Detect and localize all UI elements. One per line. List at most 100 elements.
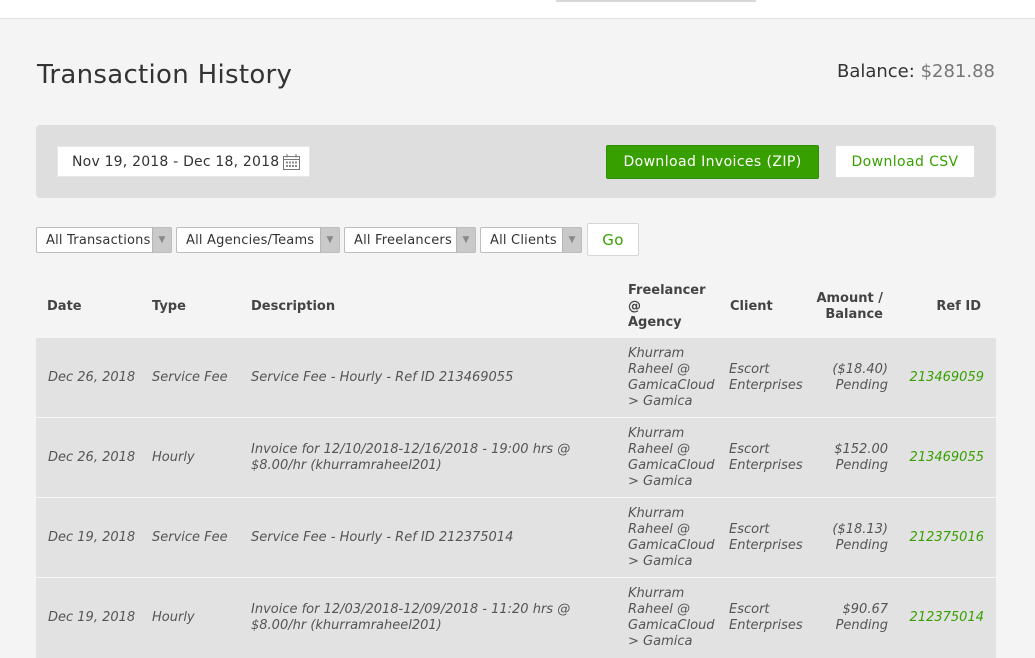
column-header-amount[interactable]: Amount / Balance xyxy=(800,291,883,323)
table-row: Dec 19, 2018 Hourly Invoice for 12/03/20… xyxy=(36,578,996,658)
row-client: Escort Enterprises xyxy=(729,522,803,554)
date-filter-panel: Nov 19, 2018 - Dec 18, 2018 Download Inv… xyxy=(36,125,996,198)
freelancer-line: GamicaCloud xyxy=(628,538,715,553)
client-line: Enterprises xyxy=(729,458,803,473)
status-label: Pending xyxy=(835,618,888,633)
row-type: Service Fee xyxy=(152,370,228,385)
header-line: @ xyxy=(628,299,641,314)
ref-id-link[interactable]: 213469055 xyxy=(896,450,984,466)
row-amount: $90.67 Pending xyxy=(816,602,888,634)
ref-id-link[interactable]: 212375016 xyxy=(896,530,984,546)
balance-value: $281.88 xyxy=(920,61,995,82)
row-amount: ($18.13) Pending xyxy=(816,522,888,554)
freelancer-line: GamicaCloud xyxy=(628,378,715,393)
row-type: Service Fee xyxy=(152,530,228,545)
row-freelancer: Khurram Raheel @ GamicaCloud > Gamica xyxy=(628,346,715,410)
date-range-picker[interactable]: Nov 19, 2018 - Dec 18, 2018 xyxy=(57,146,310,177)
row-freelancer: Khurram Raheel @ GamicaCloud > Gamica xyxy=(628,586,715,650)
freelancer-line: Khurram xyxy=(628,586,685,601)
description-line: $8.00/hr (khurramraheel201) xyxy=(251,458,442,473)
status-label: Pending xyxy=(835,538,888,553)
freelancer-line: Raheel @ xyxy=(628,362,690,377)
amount-value: $152.00 xyxy=(834,442,888,457)
ref-id-link[interactable]: 212375014 xyxy=(896,610,984,626)
header-line: Agency xyxy=(628,315,682,330)
description-line: Invoice for 12/10/2018-12/16/2018 - 19:0… xyxy=(251,442,571,457)
client-line: Enterprises xyxy=(729,538,803,553)
column-header-client[interactable]: Client xyxy=(730,299,773,315)
client-line: Escort xyxy=(729,442,770,457)
download-csv-button[interactable]: Download CSV xyxy=(835,145,975,178)
download-invoices-zip-button[interactable]: Download Invoices (ZIP) xyxy=(606,145,819,179)
chevron-down-icon: ▼ xyxy=(456,228,475,252)
table-row: Dec 26, 2018 Hourly Invoice for 12/10/20… xyxy=(36,418,996,497)
go-button[interactable]: Go xyxy=(587,223,639,256)
client-line: Escort xyxy=(729,362,770,377)
transactions-type-select[interactable]: All Transactions ▼ xyxy=(36,227,172,253)
row-freelancer: Khurram Raheel @ GamicaCloud > Gamica xyxy=(628,506,715,570)
header-line: Balance xyxy=(825,307,883,322)
row-date: Dec 26, 2018 xyxy=(48,450,136,465)
select-value: All Freelancers xyxy=(354,233,452,248)
balance: Balance: $281.88 xyxy=(837,61,995,82)
row-amount: $152.00 Pending xyxy=(816,442,888,474)
description-line: $8.00/hr (khurramraheel201) xyxy=(251,618,442,633)
client-line: Enterprises xyxy=(729,378,803,393)
row-type: Hourly xyxy=(152,610,195,625)
description-line: Invoice for 12/03/2018-12/09/2018 - 11:2… xyxy=(251,602,571,617)
freelancer-line: Raheel @ xyxy=(628,522,690,537)
select-value: All Transactions xyxy=(46,233,151,248)
agencies-teams-select[interactable]: All Agencies/Teams ▼ xyxy=(176,227,340,253)
active-nav-indicator xyxy=(556,0,756,2)
amount-value: $90.67 xyxy=(842,602,889,617)
status-label: Pending xyxy=(835,378,888,393)
row-description: Invoice for 12/10/2018-12/16/2018 - 19:0… xyxy=(251,442,570,474)
freelancer-line: > Gamica xyxy=(628,394,693,409)
row-client: Escort Enterprises xyxy=(729,362,803,394)
chevron-down-icon: ▼ xyxy=(562,228,581,252)
column-header-description[interactable]: Description xyxy=(251,299,335,315)
select-value: All Clients xyxy=(490,233,557,248)
header-line: Freelancer xyxy=(628,283,706,298)
column-header-type[interactable]: Type xyxy=(152,299,186,315)
freelancer-line: > Gamica xyxy=(628,634,693,649)
client-line: Enterprises xyxy=(729,618,803,633)
chevron-down-icon: ▼ xyxy=(320,228,339,252)
column-header-date[interactable]: Date xyxy=(47,299,82,315)
ref-id-link[interactable]: 213469059 xyxy=(896,370,984,386)
select-value: All Agencies/Teams xyxy=(186,233,315,248)
client-line: Escort xyxy=(729,602,770,617)
freelancer-line: > Gamica xyxy=(628,554,693,569)
row-description: Service Fee - Hourly - Ref ID 213469055 xyxy=(251,370,513,386)
freelancer-line: Raheel @ xyxy=(628,442,690,457)
calendar-icon[interactable] xyxy=(283,154,300,170)
row-freelancer: Khurram Raheel @ GamicaCloud > Gamica xyxy=(628,426,715,490)
freelancer-line: Khurram xyxy=(628,426,685,441)
row-client: Escort Enterprises xyxy=(729,602,803,634)
row-type: Hourly xyxy=(152,450,195,465)
table-row: Dec 26, 2018 Service Fee Service Fee - H… xyxy=(36,338,996,417)
page-title: Transaction History xyxy=(37,60,293,90)
header-line: Amount / xyxy=(816,291,883,306)
amount-value: ($18.13) xyxy=(832,522,888,537)
row-amount: ($18.40) Pending xyxy=(816,362,888,394)
freelancer-line: Khurram xyxy=(628,346,685,361)
freelancer-line: > Gamica xyxy=(628,474,693,489)
client-line: Escort xyxy=(729,522,770,537)
amount-value: ($18.40) xyxy=(832,362,888,377)
status-label: Pending xyxy=(835,458,888,473)
freelancer-line: Raheel @ xyxy=(628,602,690,617)
row-date: Dec 19, 2018 xyxy=(48,530,136,545)
row-client: Escort Enterprises xyxy=(729,442,803,474)
column-header-freelancer[interactable]: Freelancer @ Agency xyxy=(628,283,706,331)
column-header-ref-id[interactable]: Ref ID xyxy=(900,299,981,315)
row-description: Invoice for 12/03/2018-12/09/2018 - 11:2… xyxy=(251,602,570,634)
chevron-down-icon: ▼ xyxy=(152,228,171,252)
clients-select[interactable]: All Clients ▼ xyxy=(480,227,582,253)
balance-label: Balance: xyxy=(836,61,915,82)
row-date: Dec 19, 2018 xyxy=(48,610,136,625)
freelancer-line: Khurram xyxy=(628,506,685,521)
freelancer-line: GamicaCloud xyxy=(628,458,715,473)
row-date: Dec 26, 2018 xyxy=(48,370,136,385)
freelancers-select[interactable]: All Freelancers ▼ xyxy=(344,227,476,253)
